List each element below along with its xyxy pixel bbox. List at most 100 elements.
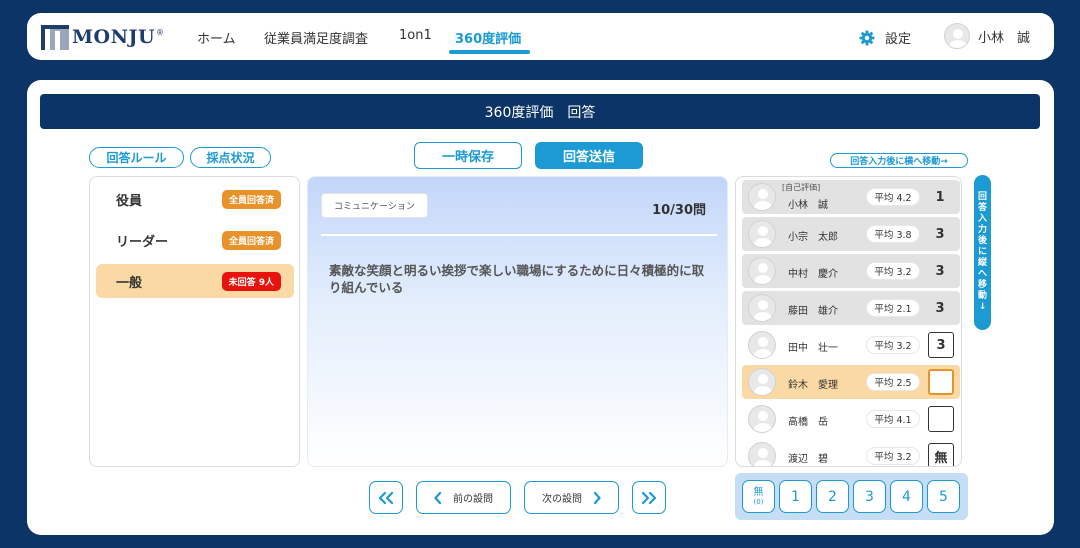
evaluatee-list: [自己評価] 小林 誠 平均 4.2 1 小宗 太郎 平均 3.8 3 中村 慶… <box>735 176 962 467</box>
question-category-tag: コミュニケーション <box>321 193 428 218</box>
score-input-box[interactable]: 無 <box>928 443 954 466</box>
question-text: 素敵な笑顔と明るい挨拶で楽しい職場にするために日々積極的に取り組んでいる <box>329 263 705 295</box>
score-button-none[interactable]: 無 (0) <box>742 480 775 513</box>
self-evaluation-tag: [自己評価] <box>782 183 821 192</box>
nav-employee-satisfaction[interactable]: 従業員満足度調査 <box>264 28 368 47</box>
score-button-5[interactable]: 5 <box>927 480 960 513</box>
avatar-icon <box>748 294 776 322</box>
score-value: 3 <box>935 300 945 316</box>
status-badge: 未回答 9人 <box>221 272 281 291</box>
logo-registered-mark: ® <box>156 27 165 37</box>
list-item[interactable]: 田中 壮一 平均 3.2 3 <box>742 328 960 362</box>
top-nav-bar: MONJU ® ホーム 従業員満足度調査 1on1 360度評価 設定 小林 誠 <box>27 13 1054 60</box>
prev-question-label: 前の設問 <box>453 494 493 505</box>
save-draft-button[interactable]: 一時保存 <box>414 142 522 169</box>
score-button-3[interactable]: 3 <box>853 480 886 513</box>
list-item[interactable]: 小宗 太郎 平均 3.8 3 <box>742 217 960 251</box>
person-name: 中村 慶介 <box>788 269 838 280</box>
nav-1on1[interactable]: 1on1 <box>399 28 432 43</box>
list-item[interactable]: 藤田 雄介 平均 2.1 3 <box>742 291 960 325</box>
score-value: 1 <box>935 189 945 205</box>
average-score: 平均 3.2 <box>866 336 920 354</box>
nav-360-review[interactable]: 360度評価 <box>455 28 521 47</box>
person-name: 小宗 太郎 <box>788 232 838 243</box>
last-question-button[interactable] <box>632 481 666 514</box>
group-label: 役員 <box>116 194 143 209</box>
vertical-char: 縦 <box>977 258 987 268</box>
nav-home[interactable]: ホーム <box>197 28 236 47</box>
first-question-button[interactable] <box>369 481 403 514</box>
avatar-icon <box>748 442 776 466</box>
score-none-label: 無 <box>753 487 764 498</box>
person-name: 田中 壮一 <box>788 343 838 354</box>
question-panel: コミュニケーション 10/30問 素敵な笑顔と明るい挨拶で楽しい職場にするために… <box>307 176 728 467</box>
vertical-char: ↓ <box>978 302 987 312</box>
average-score: 平均 4.1 <box>866 410 920 428</box>
score-input-box[interactable] <box>928 369 954 395</box>
status-badge: 全員回答済 <box>221 190 281 209</box>
score-input-box[interactable]: 3 <box>928 332 954 358</box>
move-horizontal-toggle[interactable]: 回答入力後に横へ移動→ <box>830 153 968 168</box>
status-badge: 全員回答済 <box>221 231 281 250</box>
vertical-char: に <box>977 247 987 257</box>
vertical-char: 入 <box>977 214 987 224</box>
list-item[interactable]: 中村 慶介 平均 3.2 3 <box>742 254 960 288</box>
score-none-sub: (0) <box>753 498 764 506</box>
avatar-icon <box>944 23 970 49</box>
list-item[interactable]: [自己評価] 小林 誠 平均 4.2 1 <box>742 180 960 214</box>
score-pad: 無 (0) 1 2 3 4 5 <box>735 473 968 520</box>
group-item-leaders[interactable]: リーダー 全員回答済 <box>96 223 294 257</box>
score-value: 3 <box>935 263 945 279</box>
next-question-button[interactable]: 次の設問 <box>524 481 619 514</box>
person-name: 藤田 雄介 <box>788 306 838 317</box>
logo-text: MONJU <box>72 26 156 48</box>
question-progress: 10/30問 <box>652 203 706 218</box>
score-button-2[interactable]: 2 <box>816 480 849 513</box>
score-button-4[interactable]: 4 <box>890 480 923 513</box>
list-item[interactable]: 高橋 岳 平均 4.1 <box>742 402 960 436</box>
person-name: 高橋 岳 <box>788 417 828 428</box>
group-label: リーダー <box>116 235 169 250</box>
score-input-box[interactable] <box>928 406 954 432</box>
vertical-char: 移 <box>977 280 987 290</box>
score-button-1[interactable]: 1 <box>779 480 812 513</box>
page-title-bar: 360度評価 回答 <box>40 94 1040 129</box>
next-question-label: 次の設問 <box>542 494 582 505</box>
avatar-icon <box>748 331 776 359</box>
submit-answer-button[interactable]: 回答送信 <box>535 142 643 169</box>
vertical-char: 後 <box>977 236 987 246</box>
monju-logo[interactable]: MONJU ® <box>41 24 164 50</box>
group-label: 一般 <box>116 276 143 291</box>
vertical-char: へ <box>977 269 987 279</box>
scoring-status-button[interactable]: 採点状況 <box>190 147 271 168</box>
move-vertical-toggle[interactable]: 回 答 入 力 後 に 縦 へ 移 動 ↓ <box>974 175 991 330</box>
avatar-icon <box>748 257 776 285</box>
average-score: 平均 3.2 <box>866 262 920 280</box>
main-card: 360度評価 回答 回答ルール 採点状況 一時保存 回答送信 回答入力後に横へ移… <box>27 80 1054 535</box>
avatar-icon <box>748 405 776 433</box>
user-menu[interactable]: 小林 誠 <box>944 23 1030 49</box>
prev-question-button[interactable]: 前の設問 <box>416 481 511 514</box>
average-score: 平均 3.8 <box>866 225 920 243</box>
double-chevron-left-icon <box>378 491 394 504</box>
score-value: 3 <box>935 226 945 242</box>
group-item-general[interactable]: 一般 未回答 9人 <box>96 264 294 298</box>
avatar-icon <box>748 368 776 396</box>
person-name: 鈴木 愛理 <box>788 380 838 391</box>
vertical-char: 動 <box>977 291 987 301</box>
list-item-selected[interactable]: 鈴木 愛理 平均 2.5 <box>742 365 960 399</box>
page-title: 360度評価 回答 <box>484 104 596 121</box>
settings-link[interactable]: 設定 <box>859 28 911 47</box>
average-score: 平均 2.5 <box>866 373 920 391</box>
list-item[interactable]: 渡辺 碧 平均 3.2 無 <box>742 439 960 466</box>
answer-rules-button[interactable]: 回答ルール <box>89 147 184 168</box>
group-item-executives[interactable]: 役員 全員回答済 <box>96 182 294 216</box>
average-score: 平均 4.2 <box>866 188 920 206</box>
chevron-left-icon <box>434 491 442 504</box>
gear-icon <box>859 30 875 45</box>
divider <box>321 234 717 236</box>
settings-label: 設定 <box>885 32 912 47</box>
logo-mark-icon <box>41 24 69 50</box>
average-score: 平均 2.1 <box>866 299 920 317</box>
person-name: 小林 誠 <box>788 200 828 211</box>
